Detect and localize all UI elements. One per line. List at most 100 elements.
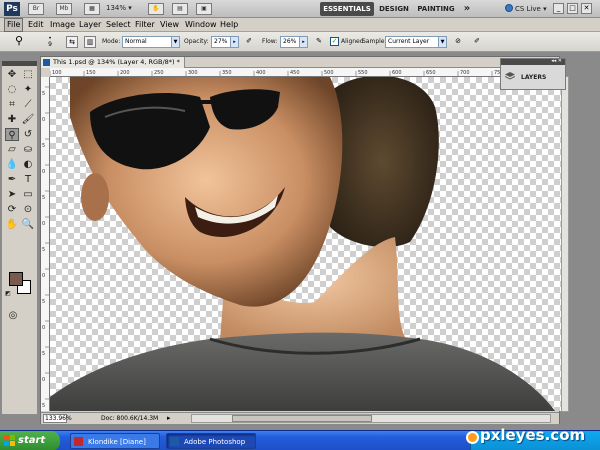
hand-tool-icon[interactable]: ✋ [148, 3, 164, 15]
ruler-label: 350 [222, 70, 232, 76]
ignore-adjustment-layers-icon[interactable]: ⊘ [452, 36, 464, 48]
foreground-color-swatch[interactable] [9, 272, 23, 286]
menu-filter[interactable]: Filter [133, 19, 157, 31]
workspace-design[interactable]: DESIGN [377, 2, 411, 16]
quick-mask-icon[interactable]: ◎ [6, 309, 20, 322]
paint-bucket-icon[interactable]: ⛀ [21, 143, 35, 156]
menu-help[interactable]: Help [218, 19, 240, 31]
pen-tool-icon[interactable]: ✒ [5, 173, 19, 186]
panel-collapse-icon[interactable]: ◂◂ ✕ [551, 58, 562, 64]
chevron-down-icon: ▼ [171, 37, 179, 47]
layers-panel-label: LAYERS [521, 74, 547, 81]
layers-icon [505, 72, 515, 80]
layers-panel[interactable]: ◂◂ ✕ LAYERS [500, 58, 566, 90]
pressure-size-icon[interactable]: ✐ [471, 36, 483, 48]
shape-tool-icon[interactable]: ▭ [21, 188, 35, 201]
ruler-label: 0 [42, 273, 45, 279]
brush-panel-icon[interactable]: ▥ [84, 36, 96, 48]
zoom-tool-icon[interactable]: 🔍 [21, 218, 35, 231]
opacity-input[interactable]: 27% ▸ [211, 36, 239, 48]
ruler-label: 450 [290, 70, 300, 76]
image-canvas[interactable] [50, 77, 561, 411]
dodge-tool-icon[interactable]: ◐ [21, 158, 35, 171]
hand-tool-icon[interactable]: ✋ [5, 218, 19, 231]
mode-select[interactable]: Normal ▼ [122, 36, 180, 48]
ruler-label: 5 [42, 351, 45, 357]
ruler-label: 5 [42, 403, 45, 409]
brush-tool-icon[interactable]: 🖌 [21, 113, 35, 126]
cs-live-icon [505, 4, 513, 12]
vertical-ruler[interactable]: 5 0 5 0 5 0 5 0 5 0 5 0 5 [41, 77, 50, 411]
menu-select[interactable]: Select [104, 19, 133, 31]
zoom-level-select[interactable]: 134% ▾ [106, 4, 132, 12]
photo-composite [50, 77, 555, 411]
horizontal-scroll-thumb[interactable] [232, 415, 372, 422]
eyedropper-tool-icon[interactable]: ⟋ [21, 98, 35, 111]
3d-rotate-icon[interactable]: ⟳ [5, 203, 19, 216]
aligned-label: Aligned [341, 38, 364, 45]
default-colors-icon[interactable]: ◩ [4, 290, 12, 298]
arrange-documents-icon[interactable]: ▤ [172, 3, 188, 15]
taskbar-item-photoshop[interactable]: Adobe Photoshop CS5 [166, 433, 256, 449]
cs-live-menu[interactable]: CS Live ▾ [505, 4, 547, 13]
document-window: This 1.psd @ 134% (Layer 4, RGB/8*) * 10… [40, 56, 561, 424]
flow-input[interactable]: 26% ▸ [280, 36, 308, 48]
history-brush-icon[interactable]: ↺ [21, 128, 35, 141]
ruler-label: 5 [42, 195, 45, 201]
workspace-painting[interactable]: PAINTING [416, 2, 456, 16]
sample-select[interactable]: Current Layer ▼ [385, 36, 447, 48]
workspace-essentials[interactable]: ESSENTIALS [320, 2, 374, 16]
ruler-label: 300 [188, 70, 198, 76]
ruler-label: 0 [42, 377, 45, 383]
start-button[interactable]: start [0, 431, 60, 450]
zoom-level-field[interactable]: 133.96% [43, 414, 72, 423]
ruler-label: 5 [42, 299, 45, 305]
aligned-checkbox[interactable]: ✓ [330, 37, 339, 46]
taskbar-item-klondike[interactable]: Klondike [Diane] [70, 433, 160, 449]
view-extras-icon[interactable]: ▦ [84, 3, 100, 15]
menu-view[interactable]: View [158, 19, 181, 31]
menu-layer[interactable]: Layer [77, 19, 103, 31]
vertical-scrollbar[interactable] [561, 76, 569, 412]
ruler-label: 100 [52, 70, 62, 76]
menu-bar: File Edit Image Layer Select Filter View… [0, 18, 600, 32]
more-workspaces-button[interactable]: » [460, 2, 474, 16]
quick-selection-icon[interactable]: ✦ [21, 83, 35, 96]
document-tab[interactable]: This 1.psd @ 134% (Layer 4, RGB/8*) * [41, 57, 185, 68]
path-selection-icon[interactable]: ➤ [5, 188, 19, 201]
spot-healing-icon[interactable]: ✚ [5, 113, 19, 126]
menu-window[interactable]: Window [183, 19, 219, 31]
type-tool-icon[interactable]: T [21, 173, 35, 186]
application-bar: Ps Br Mb ▦ 134% ▾ ✋ ▤ ▣ ESSENTIALS DESIG… [0, 0, 600, 18]
clone-source-panel-icon[interactable]: ⇆ [66, 36, 78, 48]
maximize-button[interactable]: □ [567, 3, 578, 14]
rectangular-marquee-icon[interactable]: ⬚ [21, 68, 35, 81]
minimize-button[interactable]: _ [553, 3, 564, 14]
horizontal-ruler[interactable]: 100 150 200 250 300 350 400 450 500 550 … [50, 68, 561, 77]
ruler-label: 700 [460, 70, 470, 76]
tools-panel-header [2, 61, 37, 66]
close-button[interactable]: ✕ [581, 3, 592, 14]
airbrush-icon[interactable]: ✎ [313, 36, 325, 48]
pressure-opacity-icon[interactable]: ✐ [243, 36, 255, 48]
brush-size-picker[interactable]: • 9 [42, 36, 58, 48]
3d-camera-icon[interactable]: ⊙ [21, 203, 35, 216]
document-size-info: Doc: 800.6K/14.3M [101, 415, 159, 422]
ruler-label: 500 [324, 70, 334, 76]
horizontal-scrollbar[interactable] [191, 414, 551, 423]
move-tool-icon[interactable]: ✥ [5, 68, 19, 81]
menu-image[interactable]: Image [48, 19, 77, 31]
eraser-tool-icon[interactable]: ▱ [5, 143, 19, 156]
crop-tool-icon[interactable]: ⌗ [5, 98, 19, 111]
screen-mode-icon[interactable]: ▣ [196, 3, 212, 15]
blur-tool-icon[interactable]: 💧 [5, 158, 19, 171]
bridge-icon[interactable]: Br [28, 3, 44, 15]
clone-stamp-tool-icon[interactable]: ⚲ [5, 128, 19, 141]
menu-edit[interactable]: Edit [26, 19, 46, 31]
clone-stamp-tool-preset-icon[interactable]: ⚲ [10, 35, 28, 48]
menu-file[interactable]: File [4, 18, 24, 32]
ruler-label: 5 [42, 143, 45, 149]
mini-bridge-icon[interactable]: Mb [56, 3, 72, 15]
lasso-tool-icon[interactable]: ◌ [5, 83, 19, 96]
status-menu-arrow-icon[interactable]: ▸ [167, 414, 171, 422]
